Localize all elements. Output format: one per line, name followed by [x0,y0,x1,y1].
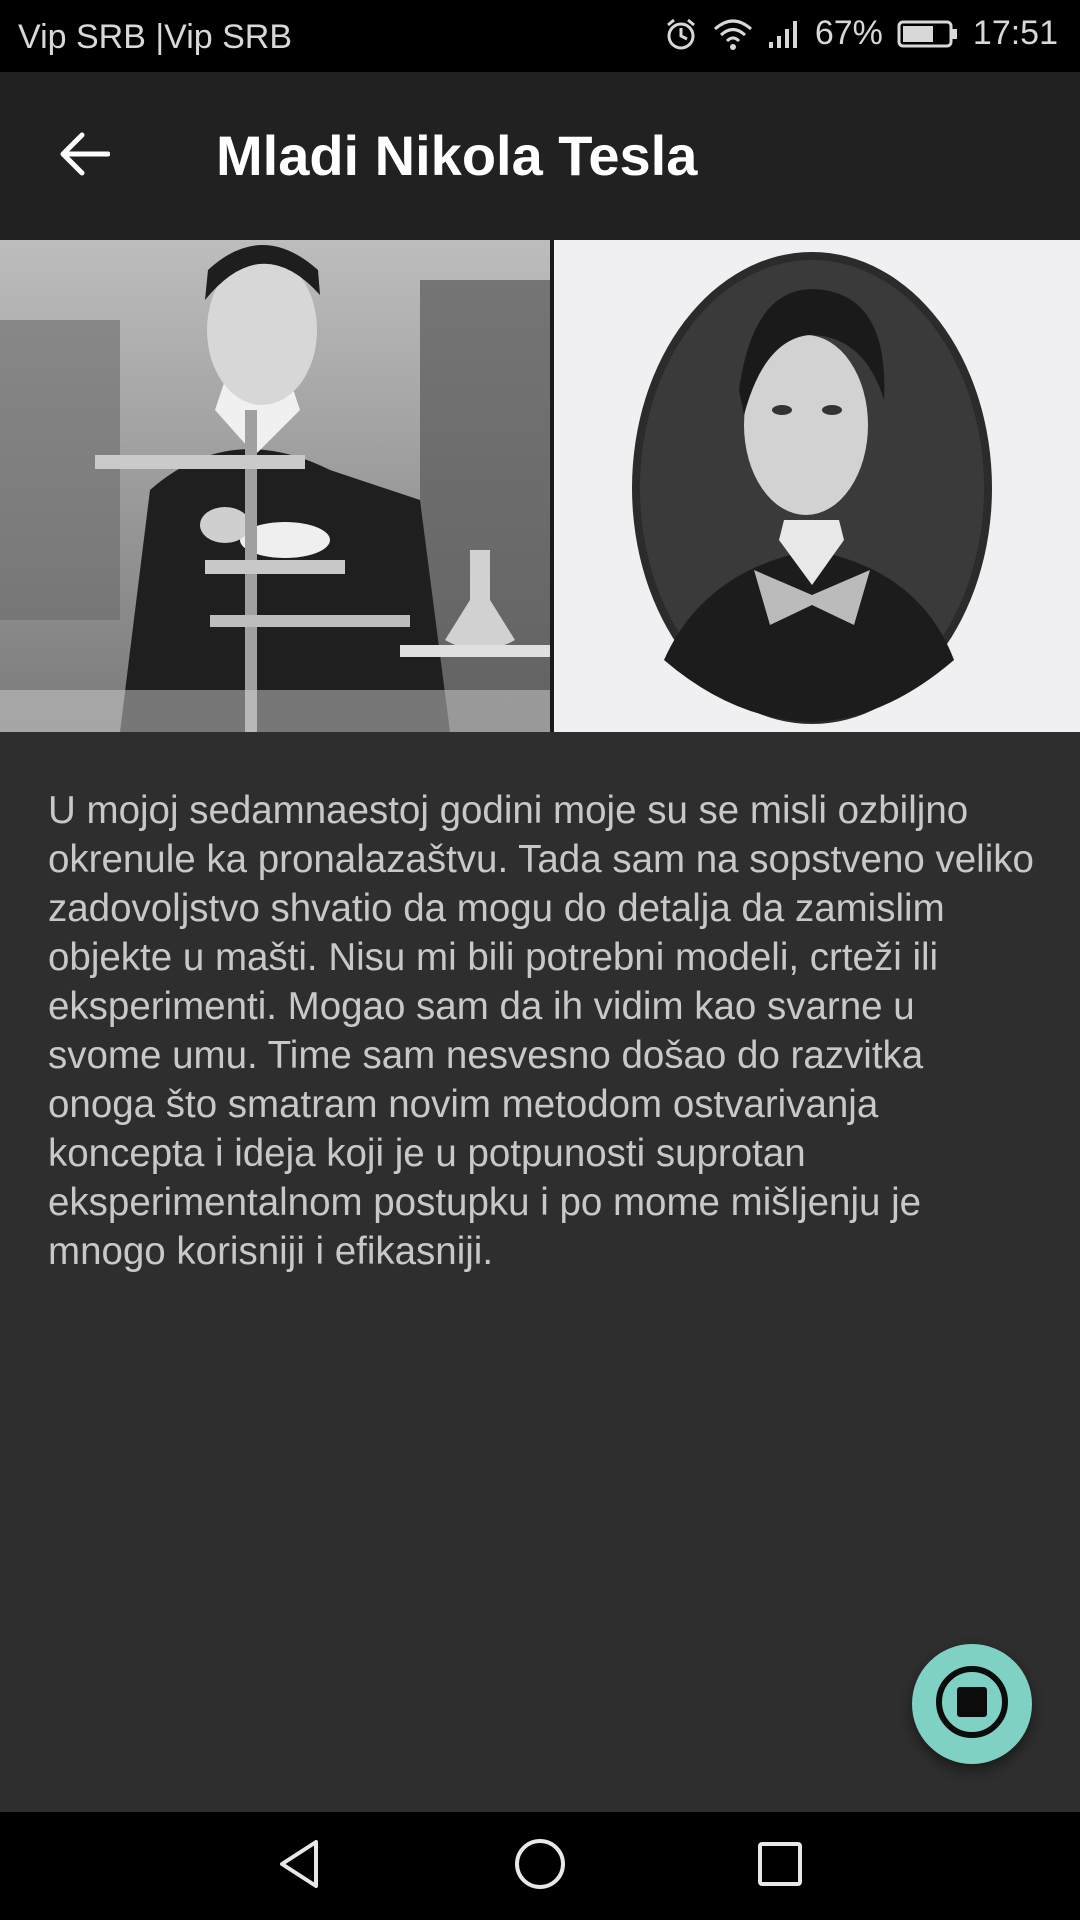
back-triangle-icon [272,1836,328,1897]
battery-percent: 67% [814,14,883,52]
recents-square-icon [752,1836,808,1897]
young-tesla-portrait-photo [554,240,1080,732]
battery-icon [897,19,959,49]
nav-recents-button[interactable] [744,1830,816,1902]
home-circle-icon [512,1836,568,1897]
clock-time: 17:51 [972,14,1058,52]
system-nav-bar [0,1812,1080,1920]
status-icons: 67% 17:51 [663,14,1058,53]
nav-back-button[interactable] [264,1830,336,1902]
story-paragraph: U mojoj sedamnaestoj godini moje su se m… [48,789,1034,1273]
page-title: Mladi Nikola Tesla [216,124,698,187]
wifi-icon [713,17,753,51]
photo-strip [0,240,1080,732]
status-bar: Vip SRB |Vip SRB 67% 17:51 [0,0,1080,72]
app-bar: Mladi Nikola Tesla [0,72,1080,240]
arrow-left-icon [58,132,111,181]
nav-home-button[interactable] [504,1830,576,1902]
signal-icon [767,18,801,50]
stop-icon [934,1664,1010,1745]
stop-button[interactable] [912,1644,1032,1764]
young-tesla-lab-photo [0,240,550,732]
alarm-icon [663,16,699,52]
carrier-label: Vip SRB |Vip SRB [18,18,293,56]
back-button[interactable] [44,116,124,196]
